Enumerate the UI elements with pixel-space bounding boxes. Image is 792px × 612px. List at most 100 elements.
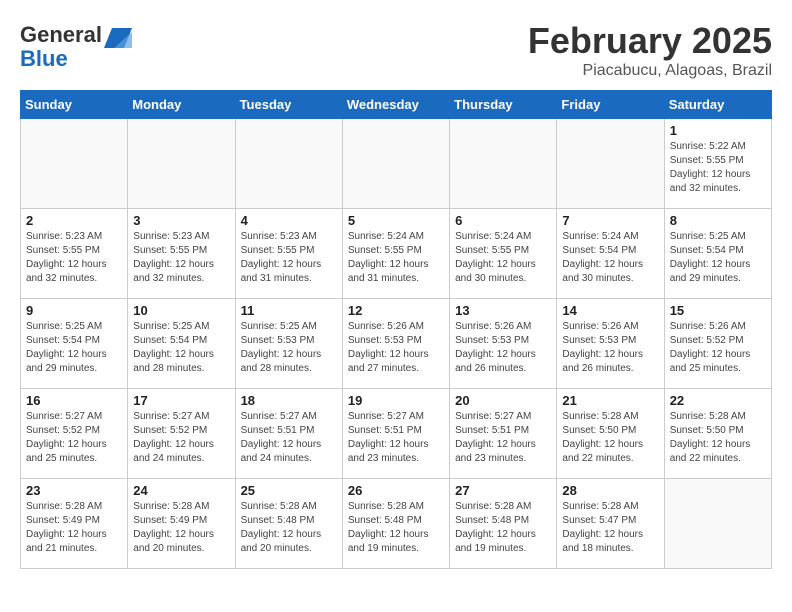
weekday-header-friday: Friday	[557, 91, 664, 119]
day-info: Sunrise: 5:25 AM Sunset: 5:54 PM Dayligh…	[670, 230, 766, 286]
day-number: 9	[26, 303, 122, 318]
calendar-cell: 2 Sunrise: 5:23 AM Sunset: 5:55 PM Daylig…	[21, 209, 128, 299]
day-info: Sunrise: 5:28 AM Sunset: 5:50 PM Dayligh…	[670, 410, 766, 466]
weekday-header-wednesday: Wednesday	[342, 91, 449, 119]
weekday-header-thursday: Thursday	[450, 91, 557, 119]
day-info: Sunrise: 5:27 AM Sunset: 5:51 PM Dayligh…	[455, 410, 551, 466]
day-info: Sunrise: 5:26 AM Sunset: 5:52 PM Dayligh…	[670, 320, 766, 376]
calendar-cell: 27Sunrise: 5:28 AM Sunset: 5:48 PM Dayli…	[450, 479, 557, 569]
calendar-cell: 9 Sunrise: 5:25 AM Sunset: 5:54 PM Daylig…	[21, 299, 128, 389]
calendar-cell: 18 Sunrise: 5:27 AM Sunset: 5:51 PM Dayli…	[235, 389, 342, 479]
day-number: 23	[26, 483, 122, 498]
day-number: 16	[26, 393, 122, 408]
day-number: 18	[241, 393, 337, 408]
calendar-table: SundayMondayTuesdayWednesdayThursdayFrid…	[20, 90, 772, 569]
calendar-cell	[342, 119, 449, 209]
day-info: Sunrise: 5:25 AM Sunset: 5:53 PM Dayligh…	[241, 320, 337, 376]
calendar-cell: 4 Sunrise: 5:23 AM Sunset: 5:55 PM Daylig…	[235, 209, 342, 299]
calendar-cell: 20 Sunrise: 5:27 AM Sunset: 5:51 PM Dayli…	[450, 389, 557, 479]
weekday-header-row: SundayMondayTuesdayWednesdayThursdayFrid…	[21, 91, 772, 119]
day-info: Sunrise: 5:23 AM Sunset: 5:55 PM Dayligh…	[241, 230, 337, 286]
day-number: 10	[133, 303, 229, 318]
week-row-1: 2 Sunrise: 5:23 AM Sunset: 5:55 PM Daylig…	[21, 209, 772, 299]
day-number: 17	[133, 393, 229, 408]
logo-icon	[104, 20, 134, 50]
calendar-cell: 8 Sunrise: 5:25 AM Sunset: 5:54 PM Daylig…	[664, 209, 771, 299]
calendar-cell: 21 Sunrise: 5:28 AM Sunset: 5:50 PM Dayli…	[557, 389, 664, 479]
day-number: 6	[455, 213, 551, 228]
calendar-cell	[128, 119, 235, 209]
calendar-cell: 6 Sunrise: 5:24 AM Sunset: 5:55 PM Daylig…	[450, 209, 557, 299]
day-number: 24	[133, 483, 229, 498]
calendar-cell: 3 Sunrise: 5:23 AM Sunset: 5:55 PM Daylig…	[128, 209, 235, 299]
calendar-cell	[450, 119, 557, 209]
day-number: 2	[26, 213, 122, 228]
day-number: 4	[241, 213, 337, 228]
day-info: Sunrise: 5:22 AM Sunset: 5:55 PM Dayligh…	[670, 140, 766, 196]
calendar-cell: 23 Sunrise: 5:28 AM Sunset: 5:49 PM Dayli…	[21, 479, 128, 569]
calendar-cell	[664, 479, 771, 569]
calendar-cell: 10 Sunrise: 5:25 AM Sunset: 5:54 PM Dayli…	[128, 299, 235, 389]
week-row-0: 1 Sunrise: 5:22 AM Sunset: 5:55 PM Daylig…	[21, 119, 772, 209]
calendar-cell	[235, 119, 342, 209]
day-info: Sunrise: 5:28 AM Sunset: 5:48 PM Dayligh…	[241, 500, 337, 556]
calendar-cell: 7 Sunrise: 5:24 AM Sunset: 5:54 PM Daylig…	[557, 209, 664, 299]
day-number: 22	[670, 393, 766, 408]
day-info: Sunrise: 5:28 AM Sunset: 5:50 PM Dayligh…	[562, 410, 658, 466]
day-number: 26	[348, 483, 444, 498]
day-info: Sunrise: 5:26 AM Sunset: 5:53 PM Dayligh…	[562, 320, 658, 376]
calendar-cell: 16 Sunrise: 5:27 AM Sunset: 5:52 PM Dayli…	[21, 389, 128, 479]
logo: General Blue	[20, 20, 134, 72]
calendar-cell: 24 Sunrise: 5:28 AM Sunset: 5:49 PM Dayli…	[128, 479, 235, 569]
day-number: 15	[670, 303, 766, 318]
calendar-cell: 28 Sunrise: 5:28 AM Sunset: 5:47 PM Dayli…	[557, 479, 664, 569]
day-number: 3	[133, 213, 229, 228]
day-number: 28	[562, 483, 658, 498]
weekday-header-tuesday: Tuesday	[235, 91, 342, 119]
day-info: Sunrise: 5:28 AM Sunset: 5:49 PM Dayligh…	[26, 500, 122, 556]
logo-general: General	[20, 22, 102, 48]
day-info: Sunrise: 5:24 AM Sunset: 5:55 PM Dayligh…	[455, 230, 551, 286]
day-info: Sunrise: 5:25 AM Sunset: 5:54 PM Dayligh…	[26, 320, 122, 376]
month-title: February 2025	[528, 20, 772, 62]
calendar-cell: 19Sunrise: 5:27 AM Sunset: 5:51 PM Dayli…	[342, 389, 449, 479]
page-header: General Blue February 2025 Piacabucu, Al…	[20, 20, 772, 80]
day-info: Sunrise: 5:27 AM Sunset: 5:51 PM Dayligh…	[241, 410, 337, 466]
day-info: Sunrise: 5:27 AM Sunset: 5:52 PM Dayligh…	[133, 410, 229, 466]
day-number: 11	[241, 303, 337, 318]
calendar-cell: 12 Sunrise: 5:26 AM Sunset: 5:53 PM Dayli…	[342, 299, 449, 389]
calendar-cell: 14 Sunrise: 5:26 AM Sunset: 5:53 PM Dayli…	[557, 299, 664, 389]
day-info: Sunrise: 5:26 AM Sunset: 5:53 PM Dayligh…	[348, 320, 444, 376]
day-number: 14	[562, 303, 658, 318]
day-info: Sunrise: 5:28 AM Sunset: 5:48 PM Dayligh…	[455, 500, 551, 556]
location: Piacabucu, Alagoas, Brazil	[528, 62, 772, 80]
calendar-cell: 25Sunrise: 5:28 AM Sunset: 5:48 PM Dayli…	[235, 479, 342, 569]
day-info: Sunrise: 5:28 AM Sunset: 5:48 PM Dayligh…	[348, 500, 444, 556]
calendar-cell: 15 Sunrise: 5:26 AM Sunset: 5:52 PM Dayli…	[664, 299, 771, 389]
calendar-cell: 5Sunrise: 5:24 AM Sunset: 5:55 PM Daylig…	[342, 209, 449, 299]
day-info: Sunrise: 5:28 AM Sunset: 5:47 PM Dayligh…	[562, 500, 658, 556]
day-number: 7	[562, 213, 658, 228]
day-info: Sunrise: 5:23 AM Sunset: 5:55 PM Dayligh…	[26, 230, 122, 286]
day-info: Sunrise: 5:23 AM Sunset: 5:55 PM Dayligh…	[133, 230, 229, 286]
weekday-header-monday: Monday	[128, 91, 235, 119]
calendar-cell: 22 Sunrise: 5:28 AM Sunset: 5:50 PM Dayli…	[664, 389, 771, 479]
day-number: 8	[670, 213, 766, 228]
day-info: Sunrise: 5:25 AM Sunset: 5:54 PM Dayligh…	[133, 320, 229, 376]
calendar-cell	[557, 119, 664, 209]
day-info: Sunrise: 5:27 AM Sunset: 5:51 PM Dayligh…	[348, 410, 444, 466]
calendar-cell: 1 Sunrise: 5:22 AM Sunset: 5:55 PM Daylig…	[664, 119, 771, 209]
day-number: 21	[562, 393, 658, 408]
calendar-cell: 13Sunrise: 5:26 AM Sunset: 5:53 PM Dayli…	[450, 299, 557, 389]
day-info: Sunrise: 5:24 AM Sunset: 5:54 PM Dayligh…	[562, 230, 658, 286]
day-info: Sunrise: 5:24 AM Sunset: 5:55 PM Dayligh…	[348, 230, 444, 286]
week-row-2: 9 Sunrise: 5:25 AM Sunset: 5:54 PM Daylig…	[21, 299, 772, 389]
day-info: Sunrise: 5:27 AM Sunset: 5:52 PM Dayligh…	[26, 410, 122, 466]
calendar-cell: 17 Sunrise: 5:27 AM Sunset: 5:52 PM Dayli…	[128, 389, 235, 479]
day-info: Sunrise: 5:28 AM Sunset: 5:49 PM Dayligh…	[133, 500, 229, 556]
calendar-cell: 26 Sunrise: 5:28 AM Sunset: 5:48 PM Dayli…	[342, 479, 449, 569]
calendar-cell: 11 Sunrise: 5:25 AM Sunset: 5:53 PM Dayli…	[235, 299, 342, 389]
day-number: 20	[455, 393, 551, 408]
day-number: 12	[348, 303, 444, 318]
day-number: 1	[670, 123, 766, 138]
